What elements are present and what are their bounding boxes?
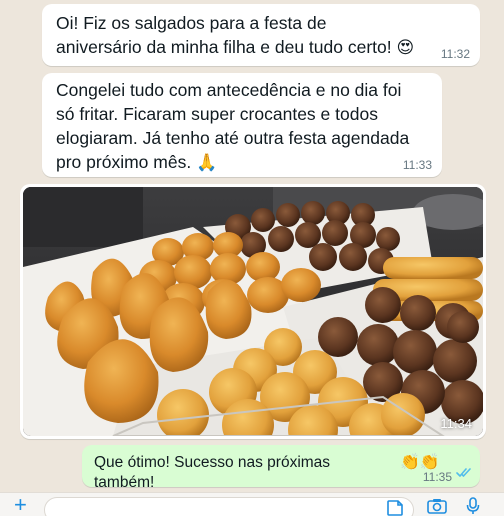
camera-icon[interactable] xyxy=(427,498,447,516)
incoming-photo-message[interactable]: 11:34 xyxy=(20,184,486,439)
folded-hands-emoji: 🙏 xyxy=(196,153,218,172)
snacks-photo-illustration xyxy=(23,187,483,436)
incoming-message[interactable]: Oi! Fiz os salgados para a festa de aniv… xyxy=(42,4,480,66)
heart-eyes-emoji: 😍 xyxy=(396,38,415,57)
message-text: Que ótimo! Sucesso nas próximas também! xyxy=(94,454,335,491)
outgoing-message[interactable]: Que ótimo! Sucesso nas próximas também! … xyxy=(82,445,480,491)
chat-thread[interactable]: Oi! Fiz os salgados para a festa de aniv… xyxy=(0,0,504,492)
plus-icon[interactable]: + xyxy=(14,494,27,516)
read-checkmarks-icon xyxy=(456,465,472,483)
incoming-message[interactable]: Congelei tudo com antecedência e no dia … xyxy=(42,73,442,177)
message-text: Oi! Fiz os salgados para a festa de aniv… xyxy=(56,13,415,57)
message-composer: + xyxy=(0,492,504,516)
message-time: 11:32 xyxy=(440,47,470,61)
photo-time: 11:34 xyxy=(440,416,472,431)
message-time: 11:35 xyxy=(422,470,452,484)
mic-icon[interactable] xyxy=(466,497,480,516)
photo-savory-snacks[interactable] xyxy=(23,187,483,436)
message-time: 11:33 xyxy=(402,158,432,172)
message-text: Congelei tudo com antecedência e no dia … xyxy=(56,80,410,172)
sticker-icon[interactable] xyxy=(386,499,404,516)
message-input[interactable] xyxy=(44,497,414,516)
